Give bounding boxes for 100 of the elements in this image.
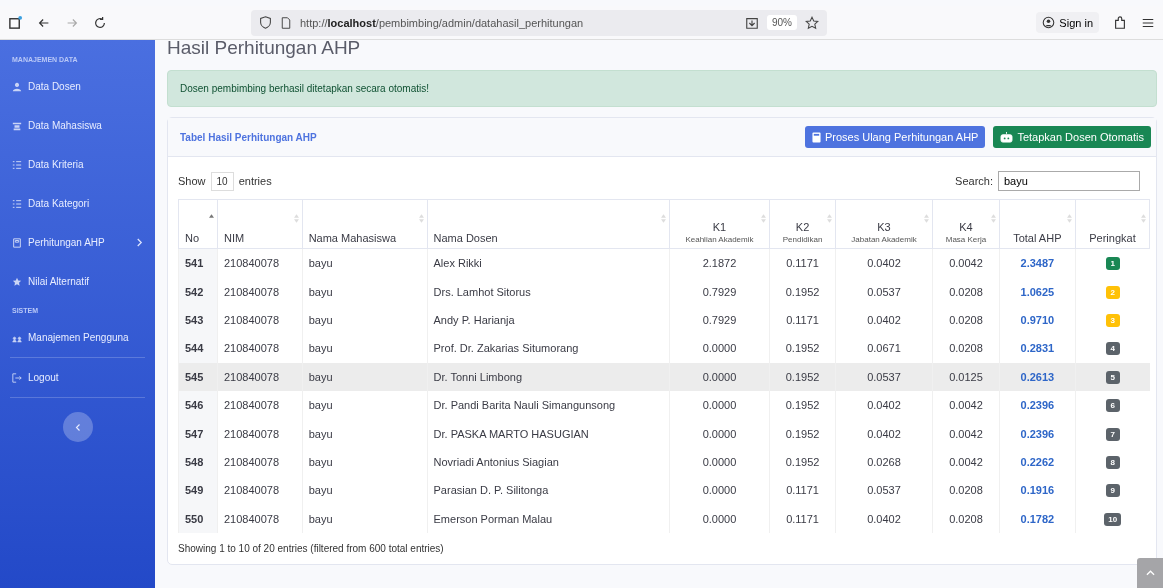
rank-badge: 5 <box>1105 370 1120 384</box>
table-row[interactable]: 547 210840078 bayu Dr. PASKA MARTO HASUGIAN 0.0000 0.1952 0.0402 0.0042 0.2396 7 <box>178 419 1150 448</box>
sidebar-item[interactable]: Data Dosen <box>0 67 155 106</box>
assign-button[interactable]: Tetapkan Dosen Otomatis <box>993 126 1151 148</box>
sidebar-item[interactable]: Manajemen Pengguna <box>0 318 155 357</box>
sort-icon <box>761 214 767 223</box>
account-icon <box>1042 16 1056 29</box>
column-header[interactable]: K2 Pendidikan <box>769 199 836 249</box>
zoom-level[interactable]: 90% <box>767 15 797 30</box>
sidebar-item[interactable]: Perhitungan AHP <box>0 223 155 262</box>
table-cell: 0.1952 <box>769 390 836 420</box>
table-row[interactable]: 545 210840078 bayu Dr. Tonni Limbong 0.0000 0.1952 0.0537 0.0125 0.2613 5 <box>178 362 1150 391</box>
table-cell: 0.2396 <box>999 419 1076 448</box>
page-icon <box>280 16 292 29</box>
reload-icon[interactable] <box>93 15 107 30</box>
table-cell: 0.2613 <box>999 362 1076 391</box>
rank-badge: 2 <box>1105 285 1120 299</box>
table-row[interactable]: 544 210840078 bayu Prof. Dr. Zakarias Situmorang 0.0000 0.1952 0.0671 0.0208 0.2831 4 <box>178 334 1150 363</box>
entries-select[interactable]: 10 <box>210 171 234 191</box>
chevron-up-icon <box>1145 570 1155 576</box>
calculator-icon <box>12 237 22 248</box>
table-cell: 0.1952 <box>769 419 836 448</box>
table-row[interactable]: 549 210840078 bayu Parasian D. P. Silitonga 0.0000 0.1171 0.0537 0.0208 0.1916 9 <box>178 476 1150 505</box>
list-icon <box>12 159 22 170</box>
table-row[interactable]: 548 210840078 bayu Novriadi Antonius Siagian 0.0000 0.1952 0.0268 0.0042 0.2262 8 <box>178 447 1150 477</box>
table-cell: 0.9710 <box>999 305 1076 335</box>
address-bar[interactable]: http://localhost/pembimbing/admin/datahasil_perhitungan 90% <box>251 9 827 36</box>
table-cell: 0.0000 <box>669 362 770 391</box>
table-cell: bayu <box>302 419 428 448</box>
table-cell: bayu <box>302 362 428 391</box>
page-title: Hasil Perhitungan AHP <box>167 40 362 60</box>
table-cell: 0.1171 <box>769 476 836 505</box>
table-cell: 546 <box>178 390 218 420</box>
table-cell: 0.1171 <box>769 504 836 533</box>
table-cell: 0.0208 <box>932 504 1000 533</box>
sign-in-button[interactable]: Sign in <box>1036 12 1099 33</box>
table-cell: 0.0402 <box>835 390 933 420</box>
recalculate-button[interactable]: Proses Ulang Perhitungan AHP <box>804 126 986 148</box>
table-cell: 1.0625 <box>999 277 1076 306</box>
table-cell: 543 <box>178 305 218 335</box>
table-cell: 210840078 <box>217 447 303 477</box>
shield-icon <box>259 16 272 29</box>
entries-label: entries <box>238 175 272 187</box>
table-cell: 0.1952 <box>769 362 836 391</box>
sort-icon <box>293 214 299 223</box>
logout-link[interactable]: Logout <box>0 358 155 397</box>
extensions-icon[interactable] <box>1113 15 1127 30</box>
table-row[interactable]: 550 210840078 bayu Emerson Porman Malau 0.0000 0.1171 0.0402 0.0208 0.1782 10 <box>178 504 1150 533</box>
user-icon <box>12 81 22 92</box>
table-cell: 0.0042 <box>932 390 1000 420</box>
table-cell: 0.7929 <box>669 277 770 306</box>
table-cell: Dr. PASKA MARTO HASUGIAN <box>427 419 670 448</box>
tab-icon[interactable] <box>8 15 23 30</box>
column-header[interactable]: Nama Mahasiswa <box>302 199 428 249</box>
table-cell: Alex Rikki <box>427 248 670 278</box>
table-cell: 545 <box>178 362 218 391</box>
table-row[interactable]: 546 210840078 bayu Dr. Pandi Barita Nauli Simangunsong 0.0000 0.1952 0.0402 0.0042 0.2396 6 <box>178 390 1150 420</box>
table-row[interactable]: 542 210840078 bayu Drs. Lamhot Sitorus 0.7929 0.1952 0.0537 0.0208 1.0625 2 <box>178 277 1150 306</box>
robot-icon <box>1000 131 1014 143</box>
show-label: Show <box>178 175 206 187</box>
table-cell: 0.1916 <box>999 476 1076 505</box>
table-cell: 210840078 <box>217 248 303 278</box>
column-header[interactable]: Nama Dosen <box>427 199 670 249</box>
star-icon <box>12 276 22 287</box>
table-cell: 0.0537 <box>835 277 933 306</box>
table-cell: 550 <box>178 504 218 533</box>
sort-icon <box>826 214 832 223</box>
download-icon[interactable] <box>745 15 759 30</box>
column-header[interactable]: NIM <box>217 199 303 249</box>
sidebar-toggle-button[interactable] <box>62 412 93 442</box>
rank-badge: 10 <box>1104 512 1122 526</box>
table-cell: bayu <box>302 334 428 363</box>
table-cell: 0.1952 <box>769 447 836 477</box>
calculator-icon <box>811 131 821 143</box>
table-row[interactable]: 543 210840078 bayu Andy P. Harianja 0.7929 0.1171 0.0402 0.0208 0.9710 3 <box>178 305 1150 335</box>
star-icon[interactable] <box>805 15 819 30</box>
column-header[interactable]: Total AHP <box>999 199 1076 249</box>
sidebar-item[interactable]: Data Kriteria <box>0 145 155 184</box>
table-row[interactable]: 541 210840078 bayu Alex Rikki 2.1872 0.1171 0.0402 0.0042 2.3487 1 <box>178 248 1150 278</box>
sidebar-item[interactable]: Data Kategori <box>0 184 155 223</box>
column-header[interactable]: No <box>178 199 218 249</box>
table-cell: 0.0208 <box>932 476 1000 505</box>
column-header[interactable]: K1 Keahlian Akademik <box>669 199 770 249</box>
table-cell: 0.0671 <box>835 334 933 363</box>
chevron-icon <box>136 238 143 247</box>
column-header[interactable]: K3 Jabatan Akademik <box>835 199 933 249</box>
table-cell: 0.0537 <box>835 362 933 391</box>
table-cell: 0.0042 <box>932 419 1000 448</box>
search-field[interactable]: bayu <box>998 171 1140 191</box>
table-cell: 210840078 <box>217 419 303 448</box>
sidebar-item[interactable]: Data Mahasiswa <box>0 106 155 145</box>
table-cell: 0.0000 <box>669 476 770 505</box>
sidebar-item[interactable]: Nilai Alternatif <box>0 262 155 301</box>
table-cell: bayu <box>302 504 428 533</box>
table-cell: bayu <box>302 305 428 335</box>
table-cell: bayu <box>302 390 428 420</box>
column-header[interactable]: K4 Masa Kerja <box>932 199 1000 249</box>
logout-icon <box>12 372 22 383</box>
table-cell: 0.2396 <box>999 390 1076 420</box>
column-header[interactable]: Peringkat <box>1075 199 1150 249</box>
